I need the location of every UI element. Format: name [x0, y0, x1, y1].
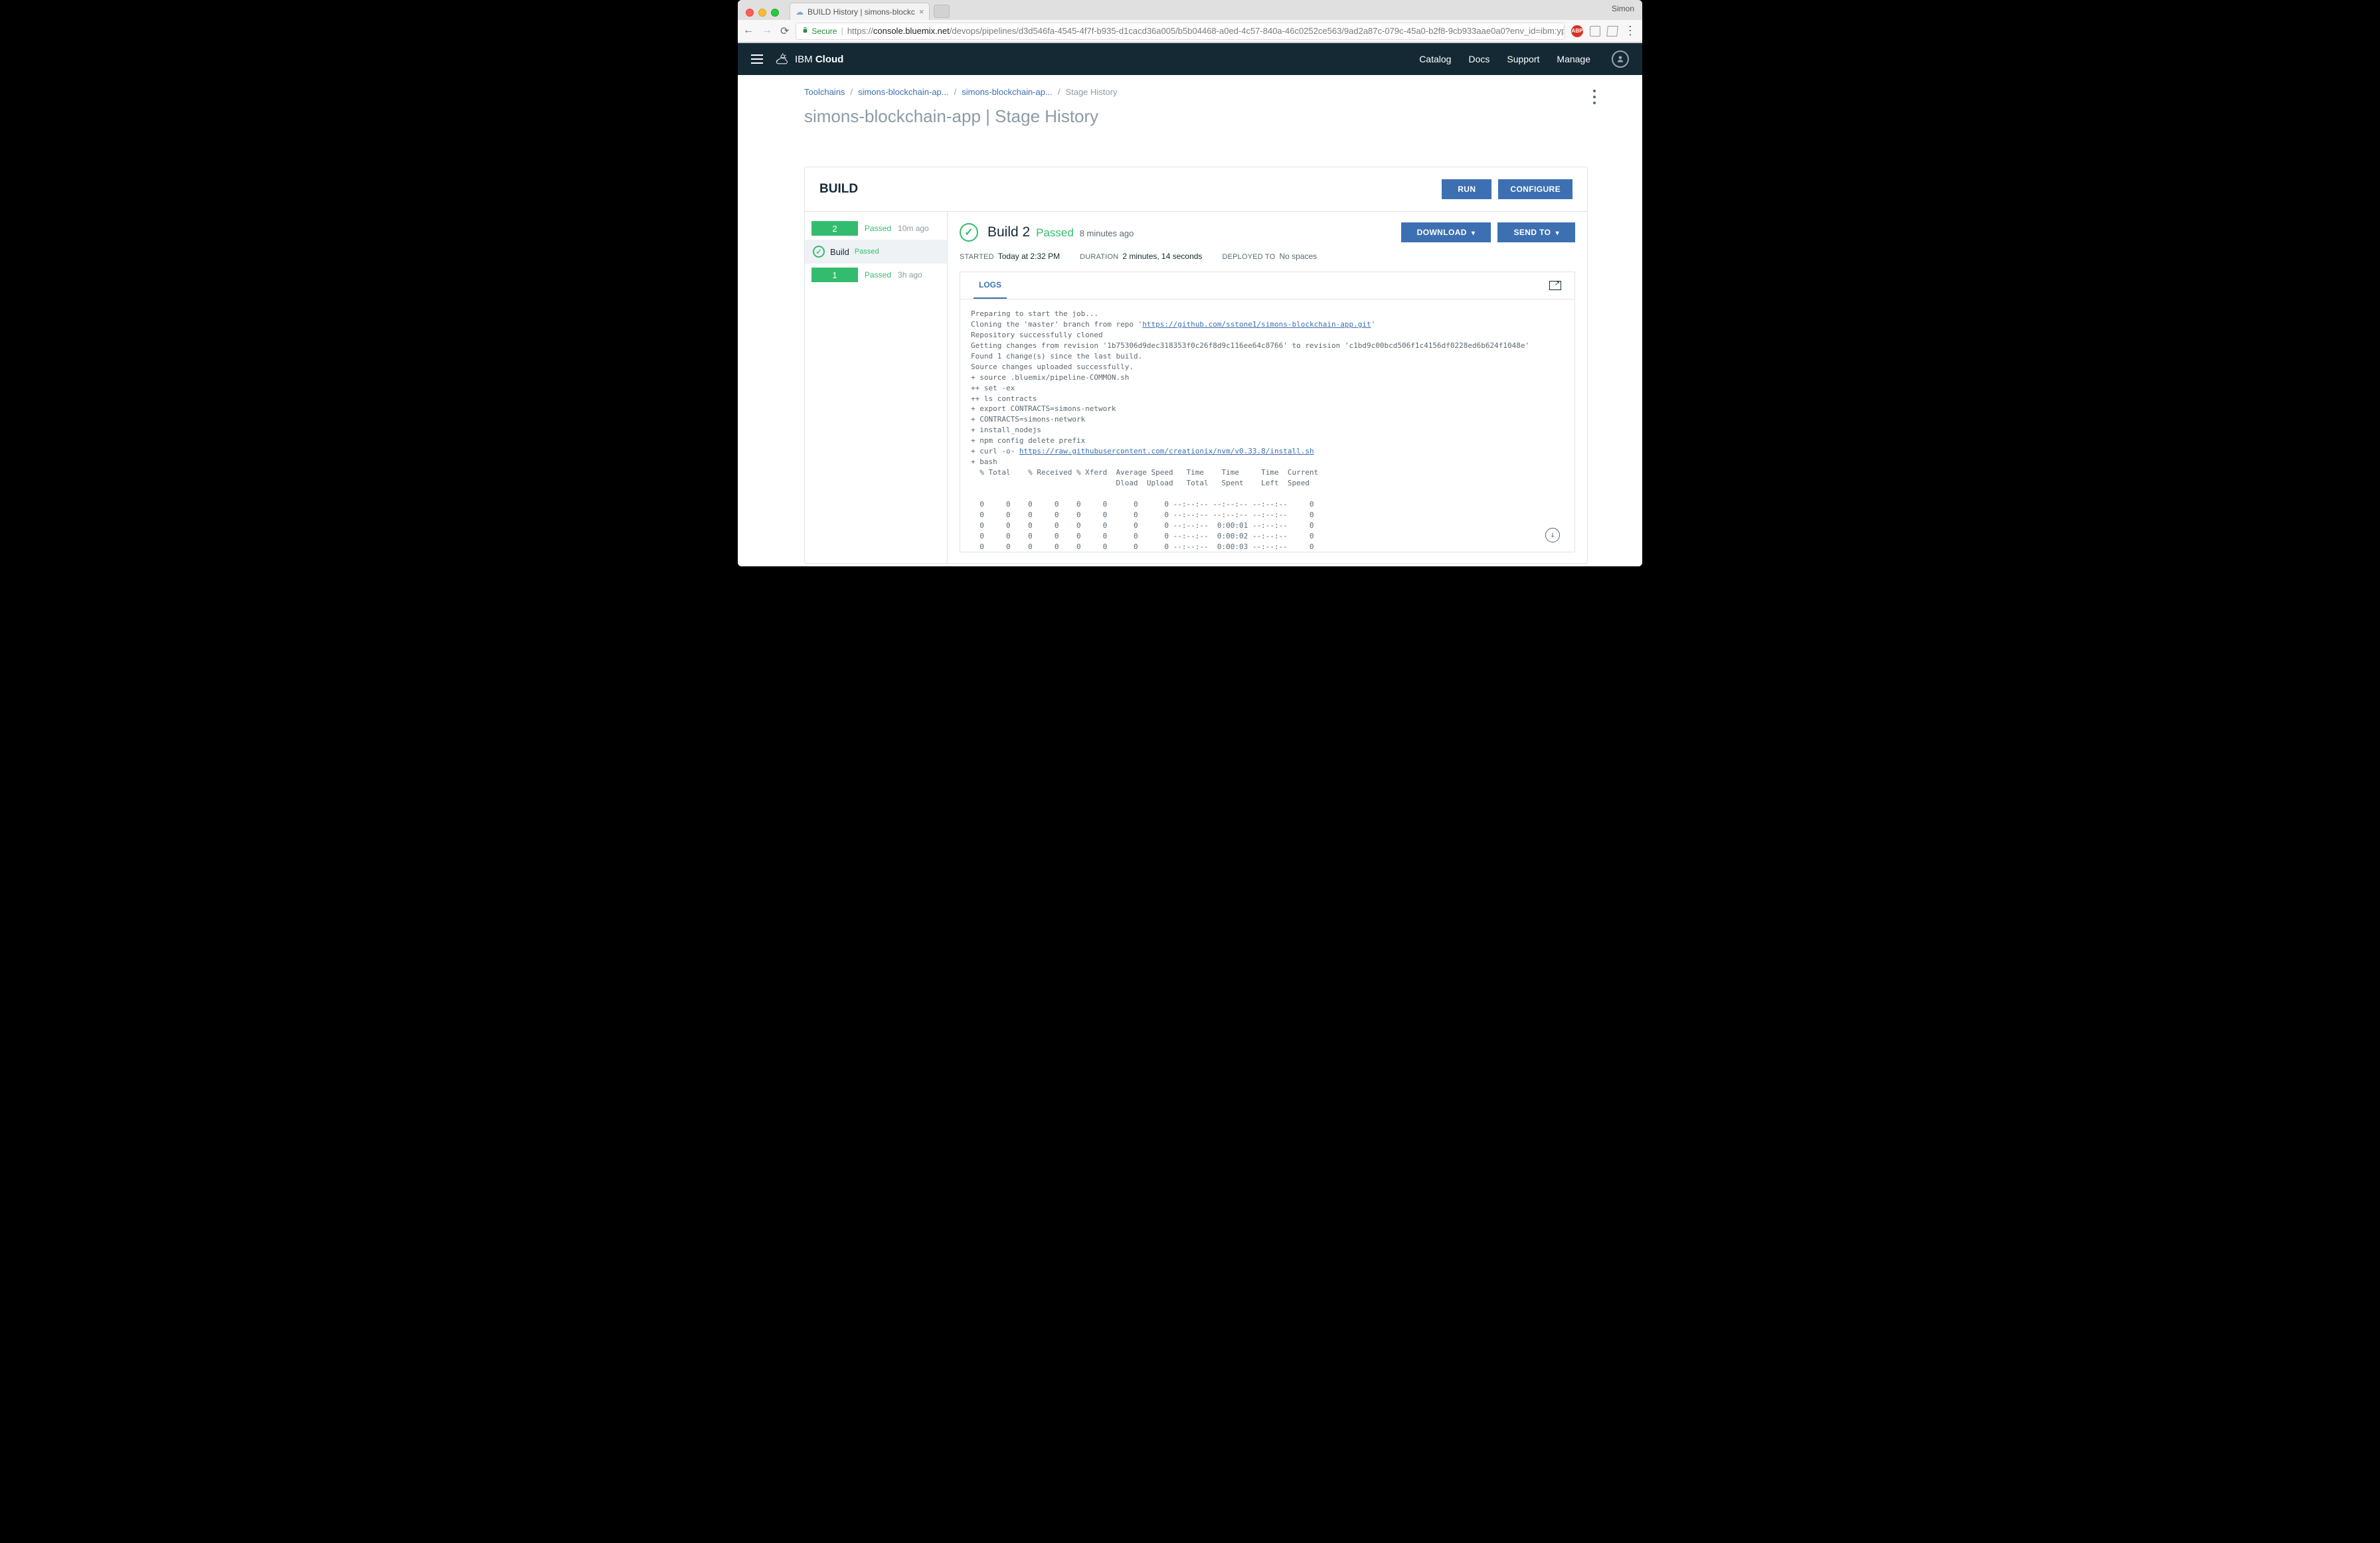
log-link[interactable]: https://github.com/sstone1/simons-blockc…: [1142, 320, 1371, 329]
breadcrumb-toolchains[interactable]: Toolchains: [804, 87, 845, 97]
extension-icon[interactable]: [1590, 26, 1600, 37]
back-icon[interactable]: ←: [743, 25, 754, 38]
browser-menu-icon[interactable]: ⋮: [1624, 24, 1637, 38]
cloud-icon: ☁: [796, 7, 804, 17]
brand-prefix: IBM: [795, 54, 813, 65]
forward-icon: →: [762, 25, 772, 38]
run-number-badge: 2: [811, 221, 858, 236]
run-ago: 3h ago: [898, 270, 922, 280]
url-path: /devops/pipelines/d3d546fa-4545-4f7f-b93…: [950, 26, 1565, 36]
deployed-value: No spaces: [1279, 252, 1317, 261]
run-status: Passed: [865, 224, 891, 233]
minimize-window-icon[interactable]: [758, 9, 766, 17]
user-icon: [1616, 54, 1625, 64]
run-detail: Build 2 Passed 8 minutes ago DOWNLOAD SE…: [948, 212, 1587, 563]
nav-catalog[interactable]: Catalog: [1419, 54, 1451, 64]
secure-label: Secure: [811, 27, 837, 36]
build-ago: 8 minutes ago: [1080, 228, 1134, 238]
log-text: + bash % Total % Received % Xferd Averag…: [971, 457, 1318, 552]
send-to-button[interactable]: SEND TO: [1497, 222, 1575, 242]
adblock-extension-icon[interactable]: ABP: [1571, 25, 1583, 37]
close-tab-icon[interactable]: ×: [919, 7, 924, 17]
tab-title: BUILD History | simons-blockc: [808, 7, 915, 17]
url-host: console.bluemix.net: [873, 26, 950, 36]
duration-value: 2 minutes, 14 seconds: [1122, 252, 1202, 261]
page-title: simons-blockchain-app | Stage History: [804, 106, 1588, 127]
started-label: STARTED: [960, 253, 994, 261]
checkmark-circle-icon: [960, 223, 978, 242]
avatar[interactable]: [1612, 50, 1629, 68]
close-window-icon[interactable]: [746, 9, 754, 17]
expand-icon[interactable]: [1549, 281, 1561, 290]
browser-profile[interactable]: Simon: [1612, 4, 1634, 13]
nav-manage[interactable]: Manage: [1557, 54, 1590, 64]
stage-card: BUILD RUN CONFIGURE 2 Passed 10m ag: [804, 167, 1588, 564]
run-number-badge: 1: [811, 268, 858, 282]
run-job-row-selected[interactable]: Build Passed: [805, 240, 947, 264]
run-button[interactable]: RUN: [1442, 179, 1491, 199]
build-status: Passed: [1036, 226, 1074, 239]
app-header: IBM Cloud Catalog Docs Support Manage: [738, 43, 1642, 75]
checkmark-circle-icon: [813, 246, 825, 258]
url-scheme: https://: [847, 26, 873, 36]
page-overflow-menu-icon[interactable]: [1593, 90, 1596, 104]
browser-tab[interactable]: ☁ BUILD History | simons-blockc ×: [790, 3, 930, 20]
run-row[interactable]: 1 Passed 3h ago: [805, 265, 947, 285]
started-value: Today at 2:32 PM: [998, 252, 1060, 261]
reload-icon[interactable]: ⟳: [780, 25, 789, 38]
nav-docs[interactable]: Docs: [1468, 54, 1489, 64]
maximize-window-icon[interactable]: [771, 9, 779, 17]
configure-button[interactable]: CONFIGURE: [1498, 179, 1572, 199]
breadcrumb: Toolchains / simons-blockchain-ap... / s…: [804, 87, 1588, 97]
log-output[interactable]: Preparing to start the job... Cloning th…: [960, 299, 1574, 552]
duration-label: DURATION: [1080, 253, 1118, 261]
stage-name: BUILD: [819, 182, 858, 197]
logs-tab[interactable]: LOGS: [974, 272, 1007, 299]
lock-icon: [802, 27, 809, 36]
hamburger-menu-icon[interactable]: [751, 54, 763, 64]
window-controls: [743, 6, 783, 17]
log-link[interactable]: https://raw.githubusercontent.com/creati…: [1019, 447, 1314, 455]
extension-icon-2[interactable]: [1606, 26, 1618, 37]
address-bar[interactable]: Secure | https://console.bluemix.net/dev…: [796, 23, 1565, 40]
job-name: Build: [830, 247, 849, 257]
breadcrumb-current: Stage History: [1065, 87, 1117, 97]
build-title: Build 2: [987, 224, 1030, 240]
new-tab-button[interactable]: [934, 5, 950, 18]
run-history-sidebar: 2 Passed 10m ago Build Passed 1: [805, 212, 948, 563]
nav-support[interactable]: Support: [1507, 54, 1539, 64]
run-status: Passed: [865, 270, 891, 280]
run-row[interactable]: 2 Passed 10m ago: [805, 218, 947, 238]
run-ago: 10m ago: [898, 224, 929, 233]
breadcrumb-item-1[interactable]: simons-blockchain-ap...: [858, 87, 949, 97]
log-text: ' Repository successfully cloned Getting…: [971, 320, 1529, 455]
deployed-label: DEPLOYED TO: [1222, 253, 1275, 261]
brand[interactable]: IBM Cloud: [774, 52, 843, 66]
download-button[interactable]: DOWNLOAD: [1401, 222, 1491, 242]
weather-cloud-icon: [774, 52, 788, 66]
job-status: Passed: [855, 248, 879, 256]
log-text: Preparing to start the job... Cloning th…: [971, 309, 1142, 329]
scroll-to-bottom-icon[interactable]: ↓: [1545, 528, 1560, 542]
breadcrumb-item-2[interactable]: simons-blockchain-ap...: [962, 87, 1053, 97]
brand-suffix: Cloud: [815, 54, 844, 65]
browser-chrome: ☁ BUILD History | simons-blockc × Simon …: [738, 0, 1642, 43]
